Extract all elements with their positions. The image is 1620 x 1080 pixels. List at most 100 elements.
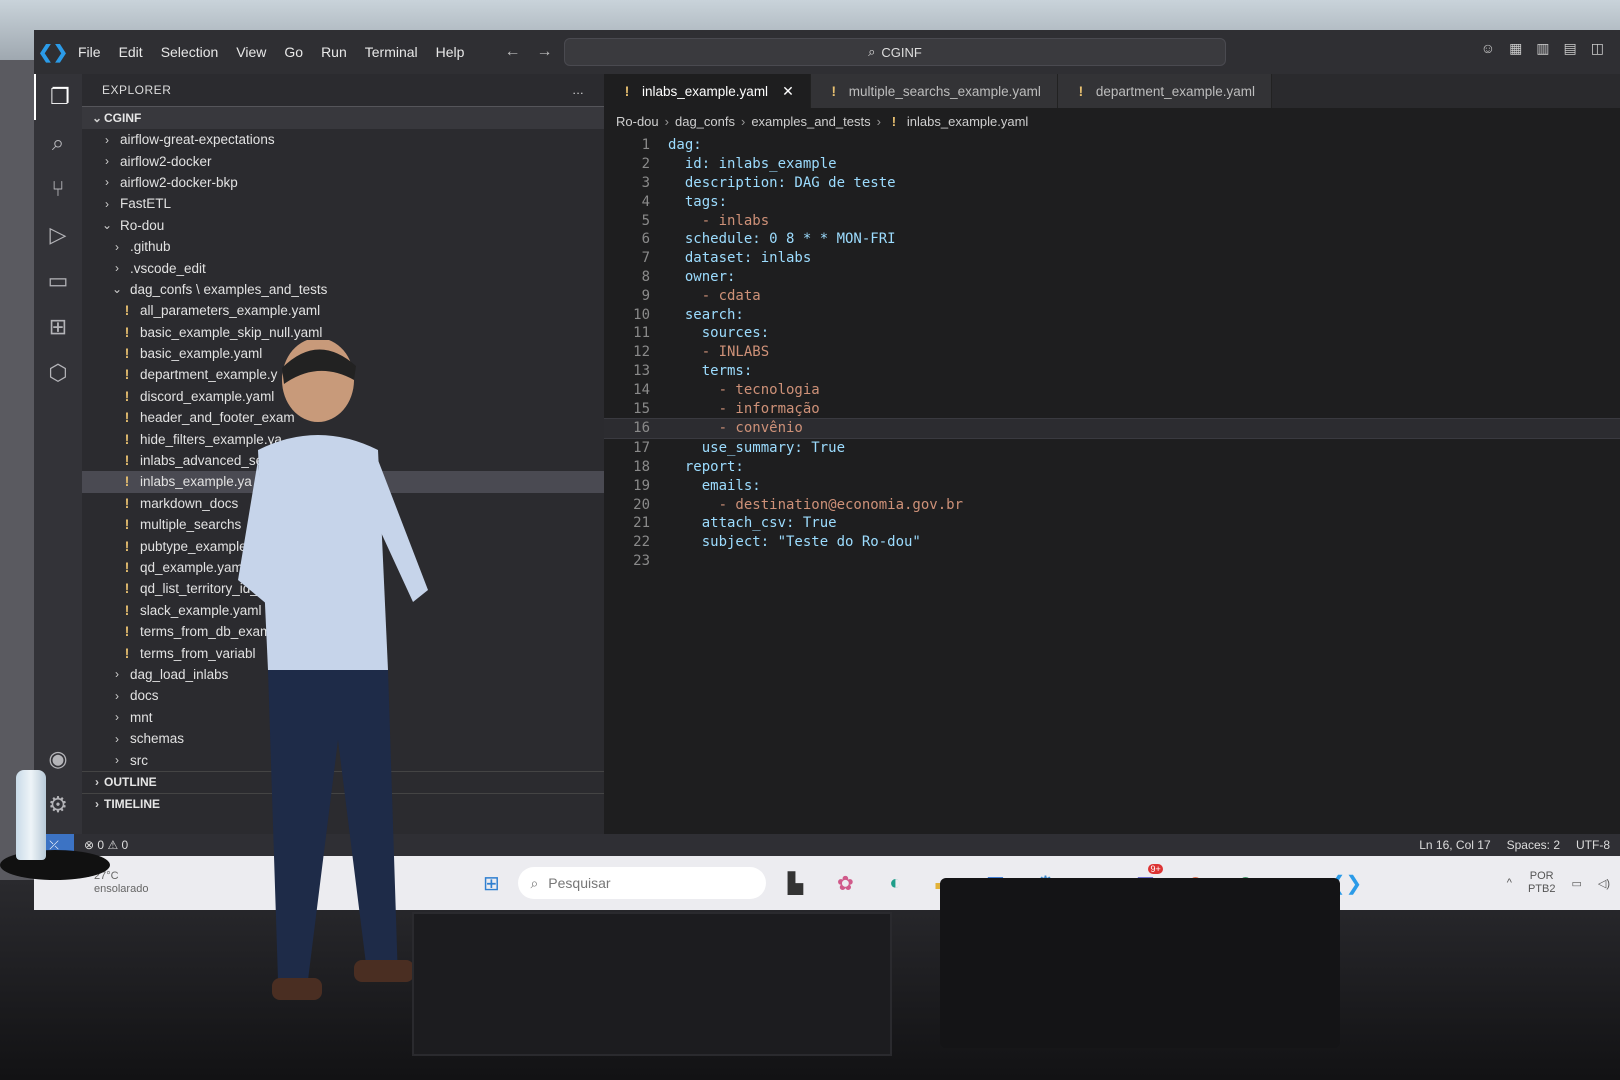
task-view-icon[interactable]: ▙	[782, 870, 808, 896]
remote-explorer-icon[interactable]: ▭	[34, 258, 82, 304]
tree-item-label: multiple_searchs	[140, 517, 242, 533]
toggle-secondary-sidebar-icon[interactable]: ◫	[1591, 40, 1604, 57]
menu-file[interactable]: File	[78, 44, 101, 60]
line-number: 19	[633, 477, 650, 494]
indentation[interactable]: Spaces: 2	[1507, 838, 1560, 852]
explorer-header: EXPLORER ...	[82, 74, 604, 106]
yaml-warning-icon: !	[624, 83, 630, 99]
code-line[interactable]: 11 sources:	[604, 324, 1620, 343]
extensions-icon[interactable]: ⊞	[34, 304, 82, 350]
close-icon[interactable]: ✕	[782, 83, 794, 100]
tree-file[interactable]: ! all_parameters_example.yaml	[82, 300, 604, 321]
error-icon: ⊗	[84, 838, 95, 852]
tree-folder[interactable]: › airflow2-docker-bkp	[82, 172, 604, 193]
code-line[interactable]: 7 dataset: inlabs	[604, 249, 1620, 268]
code-line[interactable]: 10 search:	[604, 305, 1620, 324]
encoding[interactable]: UTF-8	[1576, 838, 1610, 852]
code-line[interactable]: 9 - cdata	[604, 286, 1620, 305]
code-line[interactable]: 22 subject: "Teste do Ro-dou"	[604, 533, 1620, 552]
line-text: id: inlabs_example	[668, 156, 837, 173]
line-number: 2	[641, 156, 650, 173]
workspace-root[interactable]: ⌄ CGINF	[82, 106, 604, 129]
run-debug-icon[interactable]: ▷	[34, 212, 82, 258]
tree-folder[interactable]: › FastETL	[82, 193, 604, 214]
line-text: terms:	[668, 362, 753, 379]
back-arrow-icon[interactable]: ←	[504, 43, 520, 61]
edge-icon[interactable]: ◐	[882, 870, 908, 896]
code-line[interactable]: 3 description: DAG de teste	[604, 174, 1620, 193]
chevron-right-icon: ›	[105, 196, 109, 211]
copilot-icon[interactable]: ☺	[1481, 40, 1495, 57]
code-line[interactable]: 5 - inlabs	[604, 211, 1620, 230]
code-line[interactable]: 19 emails:	[604, 476, 1620, 495]
explorer-more-button[interactable]: ...	[572, 83, 584, 97]
problems-indicator[interactable]: ⊗ 0 ⚠ 0	[84, 838, 128, 852]
code-line[interactable]: 23	[604, 552, 1620, 571]
menu-terminal[interactable]: Terminal	[365, 44, 418, 60]
layout-customize-icon[interactable]: ▦	[1509, 40, 1522, 57]
toggle-panel-icon[interactable]: ▤	[1564, 40, 1577, 57]
tab-department-example[interactable]: ! department_example.yaml	[1057, 74, 1272, 108]
chevron-up-icon[interactable]: ^	[1507, 877, 1512, 889]
tree-folder[interactable]: › airflow-great-expectations	[82, 129, 604, 150]
code-line[interactable]: 13 terms:	[604, 362, 1620, 381]
tree-item-label: .github	[130, 239, 171, 255]
code-line[interactable]: 1 dag:	[604, 136, 1620, 155]
menu-help[interactable]: Help	[436, 44, 465, 60]
tree-folder[interactable]: › airflow2-docker	[82, 150, 604, 171]
forward-arrow-icon[interactable]: →	[536, 43, 552, 61]
line-number: 7	[641, 250, 650, 267]
menu-view[interactable]: View	[236, 44, 266, 60]
code-view[interactable]: 1 dag: 2 id: inlabs_example 3 description: …	[604, 136, 1620, 570]
chevron-right-icon: ›	[105, 175, 109, 190]
tree-folder[interactable]: › .vscode_edit	[82, 257, 604, 278]
explorer-icon[interactable]: ❐	[34, 74, 84, 120]
tree-folder[interactable]: › .github	[82, 236, 604, 257]
code-line[interactable]: 15 - informação	[604, 399, 1620, 418]
copilot-app-icon[interactable]: ✿	[832, 870, 858, 896]
chevron-right-icon: ›	[115, 731, 119, 746]
breadcrumb-item[interactable]: inlabs_example.yaml	[907, 114, 1028, 129]
menu-run[interactable]: Run	[321, 44, 347, 60]
line-number: 14	[633, 381, 650, 398]
code-line[interactable]: 4 tags:	[604, 192, 1620, 211]
taskbar-search[interactable]: ⌕ Pesquisar	[518, 867, 767, 899]
toggle-sidebar-icon[interactable]: ▥	[1536, 40, 1549, 57]
code-line[interactable]: 14 - tecnologia	[604, 380, 1620, 399]
containers-icon[interactable]: ⬡	[34, 350, 82, 396]
chevron-right-icon: ›	[115, 667, 119, 682]
cursor-position[interactable]: Ln 16, Col 17	[1419, 838, 1490, 852]
breadcrumb-item[interactable]: dag_confs	[675, 114, 735, 129]
breadcrumb-item[interactable]: Ro-dou	[616, 114, 659, 129]
code-line[interactable]: 16 - convênio	[604, 417, 1620, 439]
code-line[interactable]: 6 schedule: 0 8 * * MON-FRI	[604, 230, 1620, 249]
keyboard-language[interactable]: POR PTB2	[1528, 870, 1556, 896]
code-line[interactable]: 18 report:	[604, 458, 1620, 477]
code-line[interactable]: 8 owner:	[604, 268, 1620, 287]
windows-start-icon[interactable]: ⊞	[478, 870, 504, 896]
weather-widget[interactable]: 27°C ensolarado	[94, 870, 148, 896]
code-line[interactable]: 20 - destination@economia.gov.br	[604, 495, 1620, 514]
chevron-right-icon: ›	[876, 113, 881, 129]
menu-edit[interactable]: Edit	[119, 44, 143, 60]
code-line[interactable]: 17 use_summary: True	[604, 439, 1620, 458]
code-line[interactable]: 2 id: inlabs_example	[604, 155, 1620, 174]
yaml-warning-icon: !	[124, 431, 130, 447]
tab-inlabs-example[interactable]: ! inlabs_example.yaml ✕	[604, 74, 811, 108]
source-control-icon[interactable]: ⑂	[34, 166, 82, 212]
tab-multiple-searchs-example[interactable]: ! multiple_searchs_example.yaml	[810, 74, 1058, 108]
volume-icon[interactable]: ◁)	[1598, 877, 1610, 890]
search-icon[interactable]: ⌕	[34, 120, 82, 166]
network-icon[interactable]: ▭	[1571, 877, 1581, 890]
command-center[interactable]: ⌕ CGINF	[564, 38, 1226, 66]
tree-folder[interactable]: ⌄ dag_confs \ examples_and_tests	[82, 279, 604, 300]
code-line[interactable]: 21 attach_csv: True	[604, 514, 1620, 533]
menu-go[interactable]: Go	[284, 44, 303, 60]
menu-selection[interactable]: Selection	[161, 44, 219, 60]
tree-folder[interactable]: ⌄ Ro-dou	[82, 215, 604, 236]
breadcrumb-item[interactable]: examples_and_tests	[751, 114, 870, 129]
line-text: - convênio	[668, 420, 803, 437]
code-line[interactable]: 12 - INLABS	[604, 343, 1620, 362]
taskbar-search-placeholder: Pesquisar	[548, 875, 611, 891]
chevron-right-icon: ›	[664, 113, 669, 129]
